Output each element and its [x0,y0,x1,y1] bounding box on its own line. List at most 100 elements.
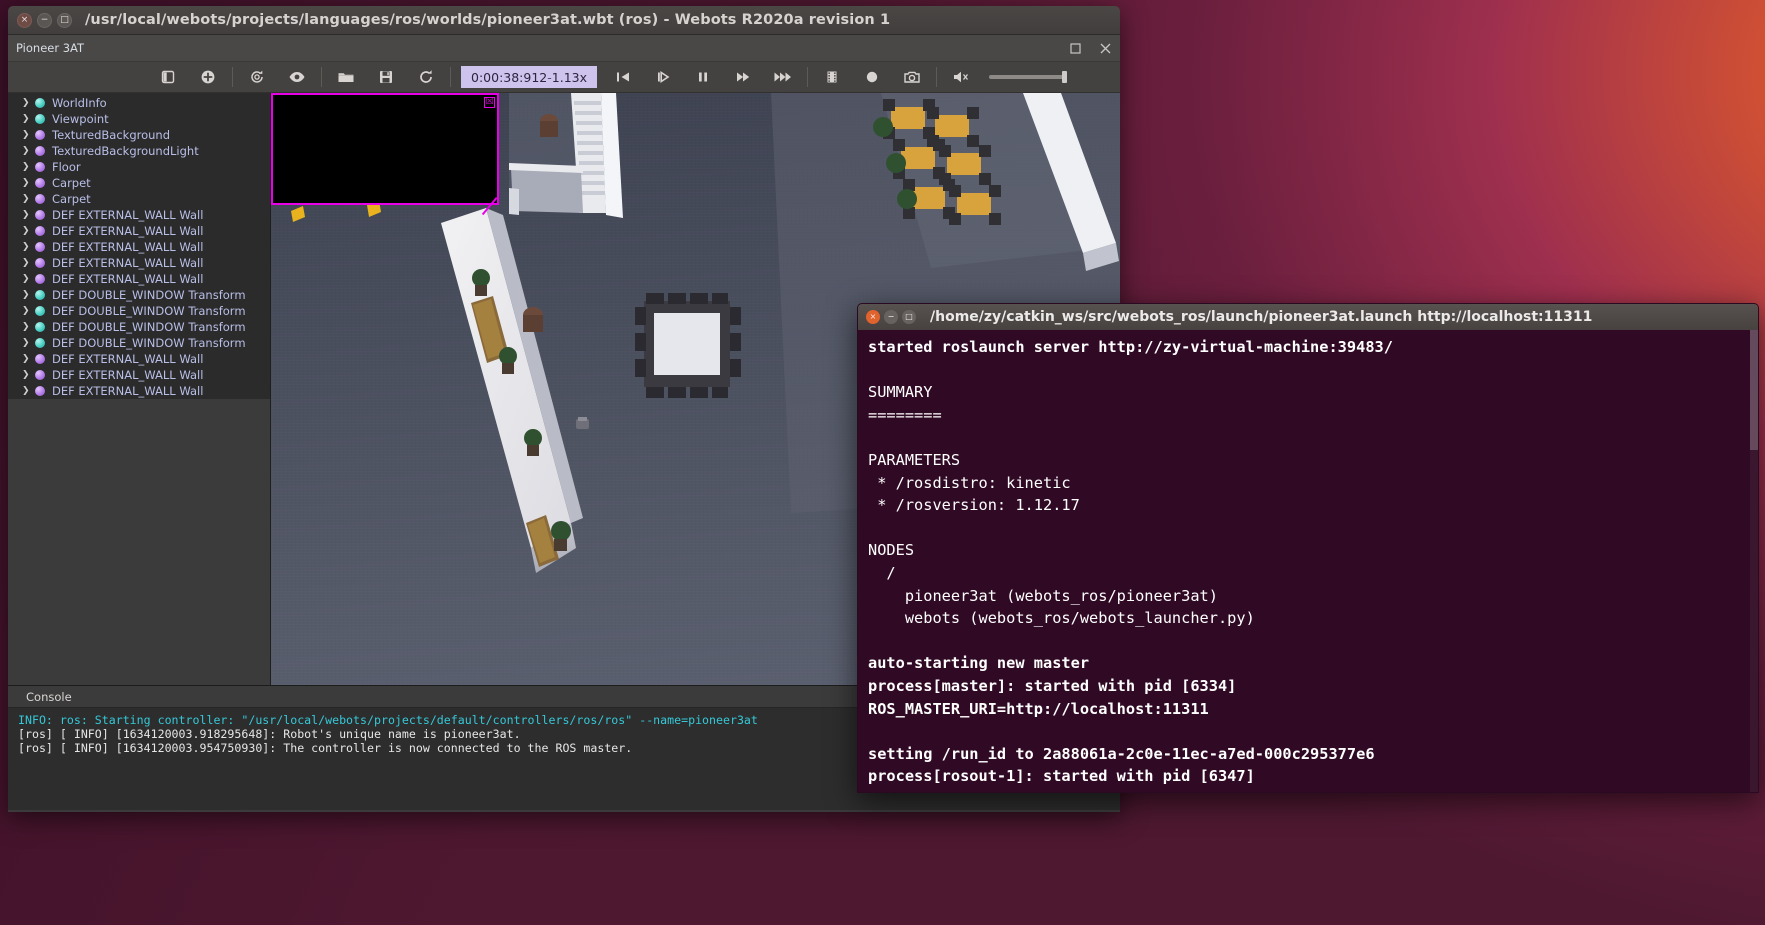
scene-tree-item[interactable]: ❯ DEF EXTERNAL_WALL Wall [8,367,270,383]
scene-tree-item[interactable]: ❯ DEF DOUBLE_WINDOW Transform [8,303,270,319]
tree-expand-chevron-icon[interactable]: ❯ [22,338,35,348]
scene-tree-item-label: WorldInfo [52,96,107,110]
terminal-line: ======== [868,405,942,424]
film-movie-icon[interactable] [812,62,852,93]
simulation-speed-value: 1.13x [551,69,588,85]
scene-tree-item[interactable]: ❯ TexturedBackground [8,127,270,143]
scene-tree-panel[interactable]: ❯ WorldInfo ❯ Viewpoint ❯ TexturedBackground ❯… [8,93,271,685]
tree-expand-chevron-icon[interactable]: ❯ [22,194,35,204]
tree-expand-chevron-icon[interactable]: ❯ [22,306,35,316]
scene-tree-item[interactable]: ❯ DEF EXTERNAL_WALL Wall [8,271,270,287]
run-button[interactable] [723,62,763,93]
tree-expand-chevron-icon[interactable]: ❯ [22,354,35,364]
folder-icon[interactable] [326,62,366,93]
pause-button[interactable] [683,62,723,93]
terminal-line: started roslaunch server http://zy-virtu… [868,338,1393,356]
toolbar-separator [936,67,938,87]
tree-expand-chevron-icon[interactable]: ❯ [22,114,35,124]
tree-expand-chevron-icon[interactable]: ❯ [22,162,35,172]
scene-tree-item[interactable]: ❯ Carpet [8,175,270,191]
scene-tree-item[interactable]: ❯ WorldInfo [8,95,270,111]
terminal-minimize-button[interactable]: − [884,310,898,324]
tree-expand-chevron-icon[interactable]: ❯ [22,226,35,236]
scene-tree-item[interactable]: ❯ DEF EXTERNAL_WALL Wall [8,351,270,367]
tree-expand-chevron-icon[interactable]: ❯ [22,178,35,188]
scene-tree-item-label: DEF EXTERNAL_WALL Wall [52,224,204,238]
terminal-line: SUMMARY [868,383,933,402]
panel-maximize-button[interactable] [1068,41,1082,55]
scene-tree-item[interactable]: ❯ DEF EXTERNAL_WALL Wall [8,223,270,239]
terminal-line: PARAMETERS [868,450,961,469]
tree-expand-chevron-icon[interactable]: ❯ [22,146,35,156]
rewind-button[interactable] [603,62,643,93]
scene-tree-item[interactable]: ❯ Floor [8,159,270,175]
scene-tree-item[interactable]: ❯ DEF DOUBLE_WINDOW Transform [8,287,270,303]
tree-expand-chevron-icon[interactable]: ❯ [22,274,35,284]
terminal-line: * /rosversion: 1.12.17 [868,496,1080,515]
tree-expand-chevron-icon[interactable]: ❯ [22,290,35,300]
speaker-mute-icon[interactable] [941,62,981,93]
terminal-scrollbar[interactable] [1750,330,1758,792]
volume-slider[interactable] [989,71,1068,83]
terminal-scroll-thumb[interactable] [1750,330,1758,450]
tree-expand-chevron-icon[interactable]: ❯ [22,258,35,268]
camera-overlay-close-icon[interactable]: ☒ [484,97,495,108]
pioneer3at-robot [576,417,589,429]
tree-expand-chevron-icon[interactable]: ❯ [22,130,35,140]
step-button[interactable] [643,62,683,93]
floppy-save-icon[interactable] [366,62,406,93]
terminal-line: started core service [/rosout] [868,788,1758,792]
node-type-sphere-icon [35,242,45,252]
scene-tree-item[interactable]: ❯ DEF EXTERNAL_WALL Wall [8,239,270,255]
reload-world-icon[interactable] [237,62,277,93]
camera-screenshot-icon[interactable] [892,62,932,93]
scene-tree-item[interactable]: ❯ DEF EXTERNAL_WALL Wall [8,207,270,223]
toggle-sidebar-icon[interactable] [148,62,188,93]
simulation-time-display[interactable]: 0:00:38:912 - 1.13x [461,66,598,88]
scene-tree-item[interactable]: ❯ Carpet [8,191,270,207]
scene-tree-item[interactable]: ❯ TexturedBackgroundLight [8,143,270,159]
terminal-maximize-button[interactable]: □ [902,310,916,324]
fast-run-button[interactable] [763,62,803,93]
add-node-icon[interactable] [188,62,228,93]
reset-simulation-icon[interactable] [406,62,446,93]
tree-expand-chevron-icon[interactable]: ❯ [22,386,35,396]
scene-tree-item-label: TexturedBackground [52,128,171,142]
terminal-titlebar[interactable]: × − □ /home/zy/catkin_ws/src/webots_ros/… [858,304,1758,330]
terminal-line: process[master]: started with pid [6334] [868,676,1237,695]
scene-tree-item-label: DEF EXTERNAL_WALL Wall [52,240,204,254]
eye-icon[interactable] [277,62,317,93]
tree-expand-chevron-icon[interactable]: ❯ [22,370,35,380]
webots-titlebar[interactable]: × − □ /usr/local/webots/projects/languag… [8,6,1120,35]
scene-tree-item[interactable]: ❯ DEF EXTERNAL_WALL Wall [8,255,270,271]
tree-expand-chevron-icon[interactable]: ❯ [22,322,35,332]
window-maximize-button[interactable]: □ [57,12,72,28]
roslaunch-terminal-window: × − □ /home/zy/catkin_ws/src/webots_ros/… [857,303,1759,793]
scene-tree-item[interactable]: ❯ DEF EXTERNAL_WALL Wall [8,383,270,399]
window-minimize-button[interactable]: − [37,12,52,28]
camera-overlay-panel[interactable]: ☒ [271,93,499,205]
scene-tree-item-label: TexturedBackgroundLight [52,144,199,158]
scene-tree-item[interactable]: ❯ DEF DOUBLE_WINDOW Transform [8,335,270,351]
node-type-sphere-icon [35,258,45,268]
record-animation-icon[interactable] [852,62,892,93]
scene-tree-item[interactable]: ❯ Viewpoint [8,111,270,127]
scene-tree-item-label: Viewpoint [52,112,109,126]
terminal-output[interactable]: started roslaunch server http://zy-virtu… [858,330,1758,792]
scene-tree-item-label: Floor [52,160,81,174]
simulation-tab-label[interactable]: Pioneer 3AT [16,41,84,55]
scene-tree-item[interactable]: ❯ DEF DOUBLE_WINDOW Transform [8,319,270,335]
node-type-sphere-icon [35,210,45,220]
tree-expand-chevron-icon[interactable]: ❯ [22,210,35,220]
window-title: /usr/local/webots/projects/languages/ros… [85,12,891,28]
panel-close-button[interactable] [1098,41,1112,55]
tree-expand-chevron-icon[interactable]: ❯ [22,242,35,252]
scene-tree-item-label: DEF EXTERNAL_WALL Wall [52,384,204,398]
node-type-sphere-icon [35,162,45,172]
window-close-button[interactable]: × [17,12,32,28]
terminal-close-button[interactable]: × [866,310,880,324]
tree-expand-chevron-icon[interactable]: ❯ [22,98,35,108]
